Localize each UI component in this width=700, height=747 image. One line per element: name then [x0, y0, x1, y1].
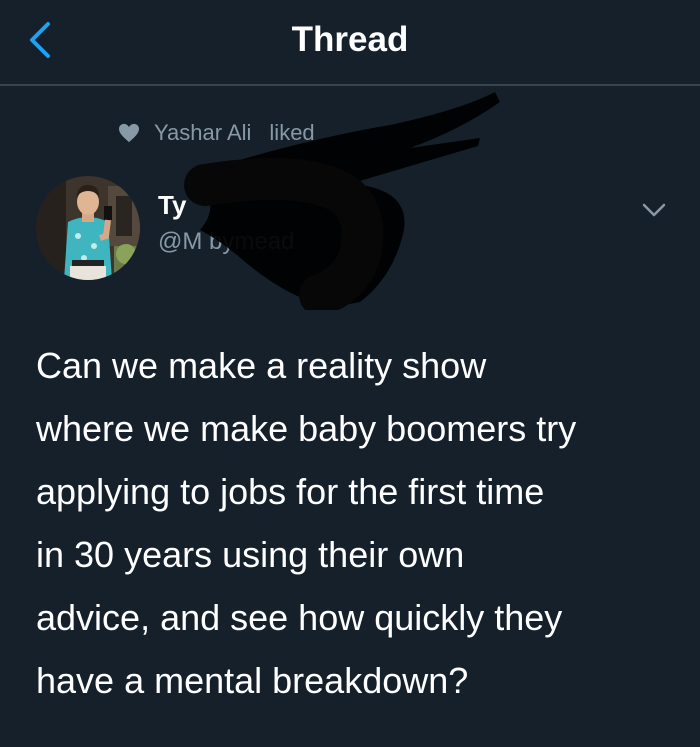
display-name[interactable]: Ty: [158, 190, 186, 221]
social-context[interactable]: Yashar Ali liked: [118, 118, 315, 148]
header-bar: Thread: [0, 0, 700, 86]
avatar[interactable]: [36, 176, 140, 280]
handle[interactable]: @M bymead: [158, 228, 294, 256]
heart-icon: [119, 123, 139, 143]
avatar-photo: [36, 176, 140, 280]
chevron-down-icon[interactable]: [640, 196, 668, 224]
redaction-scribble: [184, 92, 500, 310]
tweet-text: Can we make a reality show where we make…: [36, 345, 577, 701]
liked-label: liked: [269, 120, 315, 145]
page-title: Thread: [291, 20, 409, 59]
liker-name: Yashar Ali: [154, 120, 252, 145]
